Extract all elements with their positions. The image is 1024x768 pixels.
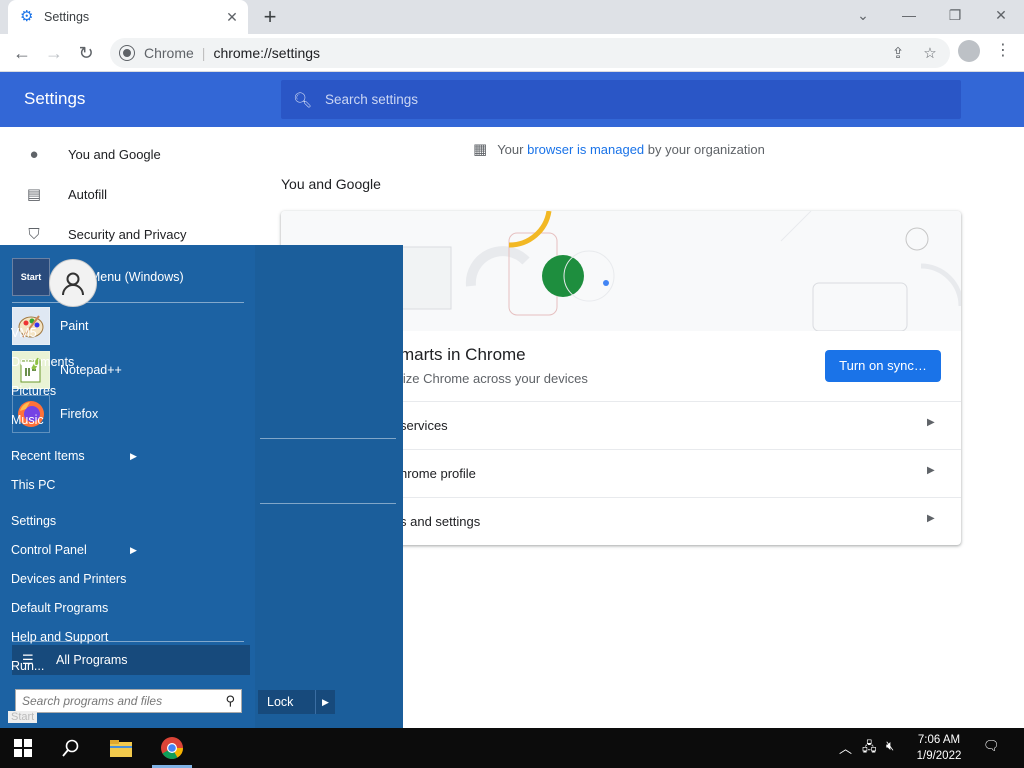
tab-search-icon[interactable]: ⌄	[840, 0, 886, 30]
taskbar-search-icon[interactable]	[48, 728, 94, 768]
clock-date: 1/9/2022	[916, 750, 962, 762]
start-menu: Start Start Menu (Windows) Paint Notepad…	[0, 245, 403, 728]
start-item-help-support[interactable]: Help and Support	[11, 630, 108, 644]
managed-suffix: by your organization	[647, 141, 765, 157]
submenu-arrow-icon: ▶	[130, 451, 137, 461]
start-item-documents[interactable]: Documents	[11, 355, 74, 369]
sidebar-item-label: Security and Privacy	[68, 226, 187, 242]
settings-gear-icon: ⚙	[20, 8, 34, 25]
start-item-this-pc[interactable]: This PC	[11, 478, 55, 492]
start-search-input[interactable]: Search programs and files ⚲	[15, 689, 242, 713]
row-label: s and settings	[400, 514, 481, 529]
tab-title: Settings	[44, 10, 90, 24]
all-programs-label: All Programs	[56, 653, 128, 667]
clipboard-icon: ▤	[26, 186, 42, 203]
start-menu-divider	[260, 438, 396, 439]
building-icon: ▦	[473, 141, 488, 158]
windows-start-icon[interactable]	[0, 728, 46, 768]
omnibox-separator: |	[201, 45, 206, 61]
start-search-placeholder: Search programs and files	[22, 694, 163, 708]
start-menu-right-pane	[255, 245, 403, 728]
forward-icon[interactable]: →	[40, 39, 68, 67]
row-label: hrome profile	[400, 466, 476, 481]
start-item-settings[interactable]: Settings	[11, 514, 56, 528]
pinned-app-label: Paint	[60, 319, 89, 333]
settings-header: Settings 🔍︎ Search settings	[0, 72, 1024, 127]
card-subtitle: lize Chrome across your devices	[400, 371, 588, 386]
tab-settings[interactable]: ⚙ Settings ✕	[8, 0, 248, 34]
power-options-arrow-icon[interactable]: ▶	[315, 690, 335, 714]
all-programs-button[interactable]: ☰ All Programs	[12, 645, 250, 675]
lock-label: Lock	[267, 695, 294, 709]
managed-prefix: Your	[497, 141, 524, 157]
turn-on-sync-button[interactable]: Turn on sync…	[825, 350, 941, 382]
address-bar[interactable]: Chrome | chrome://settings ⇪ ☆	[110, 38, 950, 68]
start-item-run[interactable]: Run...	[11, 659, 44, 673]
sidebar-item-label: You and Google	[68, 146, 161, 162]
desktop-screen: ⚙ Settings ✕ + ⌄ — ❐ ✕ ← → ↻ Chrome | ch…	[0, 0, 1024, 768]
chrome-logo-icon	[120, 46, 134, 60]
user-avatar[interactable]	[49, 259, 97, 307]
managed-link[interactable]: browser is managed	[527, 142, 644, 157]
sidebar-item-label: Autofill	[68, 186, 108, 202]
share-icon[interactable]: ⇪	[888, 44, 908, 64]
sidebar-item-you-and-google[interactable]: ● You and Google	[0, 136, 260, 172]
menu-kebab-icon[interactable]: ⋮	[993, 40, 1013, 62]
search-icon: ⚲	[225, 693, 235, 708]
start-item-recent-items[interactable]: Recent Items	[11, 449, 85, 463]
row-label: services	[400, 418, 448, 433]
arrow-right-icon: ▶	[927, 465, 935, 476]
shield-icon: ⛉	[28, 225, 40, 243]
submenu-arrow-icon: ▶	[130, 545, 137, 555]
taskbar-clock[interactable]: 7:06 AM 1/9/2022	[910, 732, 968, 764]
notifications-icon[interactable]: 🗨︎	[983, 738, 1000, 754]
sidebar-item-autofill[interactable]: ▤ Autofill	[0, 176, 260, 212]
close-window-button[interactable]: ✕	[978, 0, 1024, 30]
start-menu-divider	[260, 503, 396, 504]
start-item-control-panel[interactable]: Control Panel	[11, 543, 87, 557]
volume-muted-icon[interactable]: 🔇︎	[886, 738, 894, 754]
start-menu-app-icon: Start	[12, 258, 50, 296]
search-icon: 🔍︎	[293, 91, 313, 109]
start-item-default-programs[interactable]: Default Programs	[11, 601, 108, 615]
clock-time: 7:06 AM	[917, 734, 961, 746]
file-explorer-icon[interactable]	[98, 728, 144, 768]
bookmark-star-icon[interactable]: ☆	[920, 44, 940, 64]
omnibox-chip: Chrome	[144, 45, 194, 61]
section-title: You and Google	[281, 176, 381, 192]
start-item-devices-printers[interactable]: Devices and Printers	[11, 572, 126, 586]
settings-search-placeholder: Search settings	[325, 92, 419, 107]
settings-search-field[interactable]: 🔍︎ Search settings	[281, 80, 961, 119]
person-icon: ●	[29, 145, 39, 163]
start-menu-divider	[12, 302, 244, 303]
pinned-app-firefox[interactable]: Firefox	[12, 394, 247, 434]
back-icon[interactable]: ←	[8, 39, 36, 67]
close-tab-icon[interactable]: ✕	[224, 9, 240, 25]
browser-tab-strip: ⚙ Settings ✕ + ⌄ — ❐ ✕	[0, 0, 1024, 34]
chrome-taskbar-icon[interactable]	[149, 728, 195, 768]
arrow-right-icon: ▶	[927, 417, 935, 428]
start-item-music[interactable]: Music	[11, 413, 44, 427]
pinned-app-paint[interactable]: Paint	[12, 306, 247, 346]
start-item-pictures[interactable]: Pictures	[11, 384, 56, 398]
profile-avatar-icon[interactable]	[958, 40, 980, 62]
pinned-app-label: Firefox	[60, 407, 99, 421]
card-heading: marts in Chrome	[400, 345, 526, 364]
browser-toolbar: ← → ↻ Chrome | chrome://settings ⇪ ☆ ⋮	[0, 34, 1024, 72]
arrow-right-icon: ▶	[927, 513, 935, 524]
omnibox-url: chrome://settings	[213, 45, 321, 61]
minimize-button[interactable]: —	[886, 0, 932, 30]
start-item-vm5[interactable]: VM5	[11, 326, 37, 340]
reload-icon[interactable]: ↻	[72, 39, 100, 67]
tray-chevron-up-icon[interactable]: ︿	[839, 738, 852, 757]
pinned-app-start-menu[interactable]: Start Start Menu (Windows)	[12, 257, 247, 297]
network-icon[interactable]: 🖧︎	[862, 738, 877, 760]
lock-button[interactable]: Lock ▶	[258, 690, 335, 714]
taskbar: ︿ 🖧︎ 🔇︎ 7:06 AM 1/9/2022 🗨︎	[0, 728, 1024, 768]
new-tab-button[interactable]: +	[258, 5, 282, 29]
settings-title: Settings	[24, 89, 86, 108]
start-tooltip: Start	[8, 711, 38, 723]
managed-notice: ▦ Your browser is managed by your organi…	[473, 140, 765, 158]
restore-button[interactable]: ❐	[932, 0, 978, 30]
